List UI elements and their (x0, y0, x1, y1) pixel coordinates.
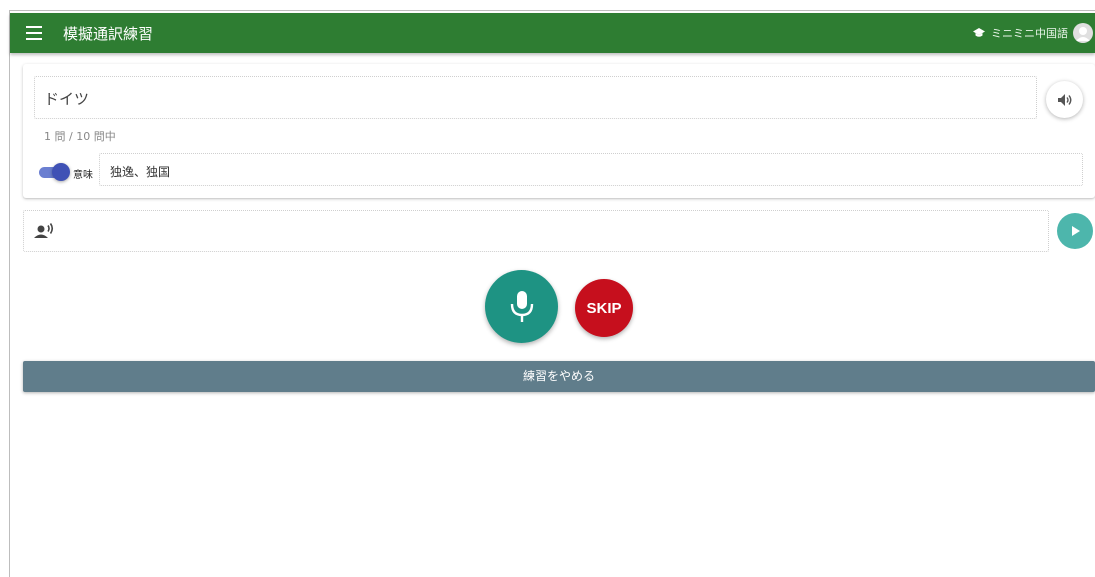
graduation-cap-icon (973, 28, 985, 37)
meaning-value: 独逸、独国 (110, 165, 171, 179)
question-word: ドイツ (44, 90, 90, 108)
meaning-label: 意味 (73, 170, 93, 181)
volume-icon (1057, 93, 1071, 106)
user-name: ミニミニ中国語 (991, 27, 1068, 40)
person-icon (1076, 27, 1090, 41)
microphone-button[interactable] (485, 270, 558, 343)
question-counter: 1 問 / 10 問中 (44, 130, 116, 143)
play-button[interactable] (1057, 213, 1093, 249)
microphone-icon (510, 290, 533, 322)
meaning-toggle[interactable] (39, 162, 70, 182)
skip-button[interactable]: SKIP (575, 279, 633, 337)
answer-input[interactable] (23, 210, 1049, 252)
meaning-field: 独逸、独国 (99, 153, 1083, 186)
speaker-button[interactable] (1046, 81, 1083, 118)
record-voice-icon (34, 223, 54, 238)
play-icon (1072, 226, 1080, 236)
app-bar: 模擬通訳練習 ミニミニ中国語 (10, 13, 1095, 53)
menu-icon[interactable] (26, 26, 42, 40)
app-title: 模擬通訳練習 (63, 25, 154, 43)
avatar[interactable] (1073, 23, 1093, 43)
user-menu[interactable]: ミニミニ中国語 (973, 22, 1093, 44)
question-word-field: ドイツ (34, 76, 1037, 119)
quit-practice-button[interactable]: 練習をやめる (23, 361, 1095, 392)
app-frame: 模擬通訳練習 ミニミニ中国語 ドイツ 1 問 / 10 問中 意味 独逸、独国 … (9, 10, 1095, 577)
question-card: ドイツ 1 問 / 10 問中 意味 独逸、独国 (23, 64, 1095, 198)
